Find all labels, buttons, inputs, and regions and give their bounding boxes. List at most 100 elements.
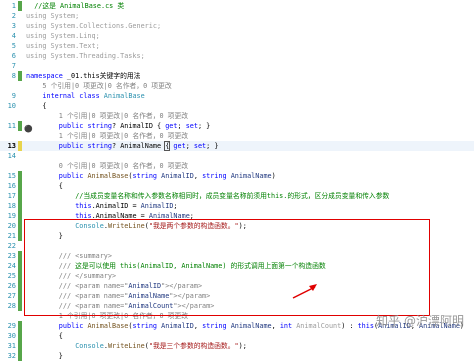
code-text: { — [42, 101, 46, 111]
codelens-line[interactable]: 5 个引用|0 项更改|0 名作者，0 项更改 — [0, 81, 474, 91]
code-line-10[interactable]: 10 { — [0, 101, 474, 111]
code-text: this.AnimalID = AnimalID; — [75, 201, 177, 211]
code-line-11[interactable]: 11 public string? AnimalID { get; set; } — [0, 121, 474, 131]
token-plain: , — [193, 322, 203, 330]
line-number: 31 — [7, 342, 16, 350]
line-number: 32 — [7, 352, 16, 360]
token-keyword: class — [79, 92, 100, 100]
code-line-4[interactable]: 4 using System.Linq; — [0, 31, 474, 41]
line-number: 29 — [7, 322, 16, 330]
token-string: "我是三个参数的构造函数。" — [148, 342, 239, 350]
token-plain: _01.this关键字的用法 — [62, 72, 141, 80]
code-line-32[interactable]: 32} — [0, 351, 474, 361]
token-keyword: get — [165, 122, 178, 130]
code-text: { — [59, 331, 63, 341]
code-line-17[interactable]: 17 //当成员变量名称和传入参数名称相同时，成员变量名称前须用this.的形式，… — [0, 191, 474, 201]
code-line-18[interactable]: 18 this.AnimalID = AnimalID; — [0, 201, 474, 211]
saved-change-marker — [18, 291, 22, 301]
saved-change-marker — [18, 301, 22, 311]
code-line-15[interactable]: 15 public AnimalBase(string AnimalID, str… — [0, 171, 474, 181]
line-number: 1 — [11, 2, 16, 10]
line-number: 22 — [7, 242, 16, 250]
code-line-1[interactable]: 1 //这是 AnimalBase.cs 类 — [0, 1, 474, 11]
token-plain: { — [42, 102, 47, 110]
line-number: 19 — [7, 212, 16, 220]
line-number: 18 — [7, 202, 16, 210]
token-faded: AnimalCount — [296, 322, 342, 330]
token-faded: using System.Linq; — [26, 32, 100, 40]
token-keyword: this — [75, 202, 92, 210]
line-number: 5 — [11, 42, 16, 50]
code-line-13[interactable]: 13 public string? AnimalName { get; set; … — [0, 141, 474, 151]
line-number: 6 — [11, 52, 16, 60]
token-meta[interactable]: 5 个引用|0 项更改|0 名作者，0 项更改 — [42, 82, 171, 90]
token-plain: ; } — [197, 122, 211, 130]
token-keyword: string — [202, 322, 227, 330]
code-text: namespace _01.this关键字的用法 — [26, 71, 140, 81]
token-keyword: this — [357, 322, 374, 330]
code-text: //当成员变量名称和传入参数名称相同时，成员变量名称前须用this.的形式，区分… — [75, 191, 389, 201]
token-meta[interactable]: 0 个引用|0 项更改|0 名作者，0 项更改 — [59, 162, 188, 170]
line-number: 15 — [7, 172, 16, 180]
token-plain: } — [58, 352, 63, 360]
line-number: 21 — [7, 232, 16, 240]
token-plain: { — [58, 332, 63, 340]
token-comment: //当成员变量名称和传入参数名称相同时，成员变量名称前须用this.的形式，区分… — [75, 192, 390, 200]
line-number: 24 — [7, 262, 16, 270]
code-text: { — [59, 181, 63, 191]
token-keyword: string — [132, 172, 158, 180]
token-plain: ); — [238, 342, 247, 350]
code-text: using System.Linq; — [26, 31, 100, 41]
saved-change-marker — [18, 281, 22, 291]
token-plain: ) : — [341, 322, 358, 330]
code-line-7[interactable]: 7 — [0, 61, 474, 71]
lightbulb-icon[interactable]: ⚫ — [24, 124, 33, 134]
code-text: internal class AnimalBase — [42, 91, 144, 101]
code-text: using System; — [26, 11, 79, 21]
token-param: AnimalName — [230, 322, 272, 330]
saved-change-marker — [18, 171, 22, 181]
line-number: 3 — [11, 22, 16, 30]
codelens-line[interactable]: 0 个引用|0 项更改|0 名作者，0 项更改 — [0, 161, 474, 171]
saved-change-marker — [18, 181, 22, 191]
token-keyword: public — [58, 322, 84, 330]
line-number: 10 — [7, 102, 16, 110]
line-number: 26 — [7, 282, 16, 290]
codelens-text: 5 个引用|0 项更改|0 名作者，0 项更改 — [42, 81, 171, 91]
saved-change-marker — [18, 221, 22, 231]
token-param: AnimalName — [230, 172, 272, 180]
token-keyword: set — [193, 142, 207, 150]
token-param: AnimalID — [161, 172, 194, 180]
code-text: using System.Collections.Generic; — [26, 21, 161, 31]
token-method: AnimalBase — [87, 322, 129, 330]
code-text: Console.WriteLine("我是三个参数的构造函数。"); — [75, 341, 247, 351]
code-line-30[interactable]: 30 { — [0, 331, 474, 341]
codelens-text: 0 个引用|0 项更改|0 名作者，0 项更改 — [59, 161, 188, 171]
saved-change-marker — [18, 331, 22, 341]
token-keyword: internal — [42, 92, 76, 100]
token-meta[interactable]: 1 个引用|0 项更改|0 名作者，0 项更改 — [59, 112, 188, 120]
code-line-14[interactable]: 14 — [0, 151, 474, 161]
code-line-6[interactable]: 6 using System.Threading.Tasks; — [0, 51, 474, 61]
code-text: public AnimalBase(string AnimalID, strin… — [59, 171, 276, 181]
token-keyword: int — [279, 322, 293, 330]
token-type: Console — [75, 342, 104, 350]
token-faded: using System.Threading.Tasks; — [26, 52, 145, 60]
code-line-9[interactable]: 9 internal class AnimalBase — [0, 91, 474, 101]
code-line-16[interactable]: 16 { — [0, 181, 474, 191]
codelens-line[interactable]: 1 个引用|0 项更改|0 名作者，0 项更改 — [0, 131, 474, 141]
token-method: AnimalBase — [87, 172, 129, 180]
token-faded: using System.Text; — [26, 42, 100, 50]
codelens-line[interactable]: 1 个引用|0 项更改|0 名作者，0 项更改 — [0, 111, 474, 121]
line-number: 25 — [7, 272, 16, 280]
code-line-5[interactable]: 5 using System.Text; — [0, 41, 474, 51]
token-param: AnimalID — [161, 322, 194, 330]
saved-change-marker — [18, 321, 22, 331]
code-line-31[interactable]: 31 Console.WriteLine("我是三个参数的构造函数。"); — [0, 341, 474, 351]
code-line-8[interactable]: 8 namespace _01.this关键字的用法 — [0, 71, 474, 81]
token-meta[interactable]: 1 个引用|0 项更改|0 名作者，0 项更改 — [59, 132, 188, 140]
saved-change-marker — [18, 191, 22, 201]
code-line-2[interactable]: 2 using System; — [0, 11, 474, 21]
saved-change-marker — [18, 251, 22, 261]
code-line-3[interactable]: 3 using System.Collections.Generic; — [0, 21, 474, 31]
